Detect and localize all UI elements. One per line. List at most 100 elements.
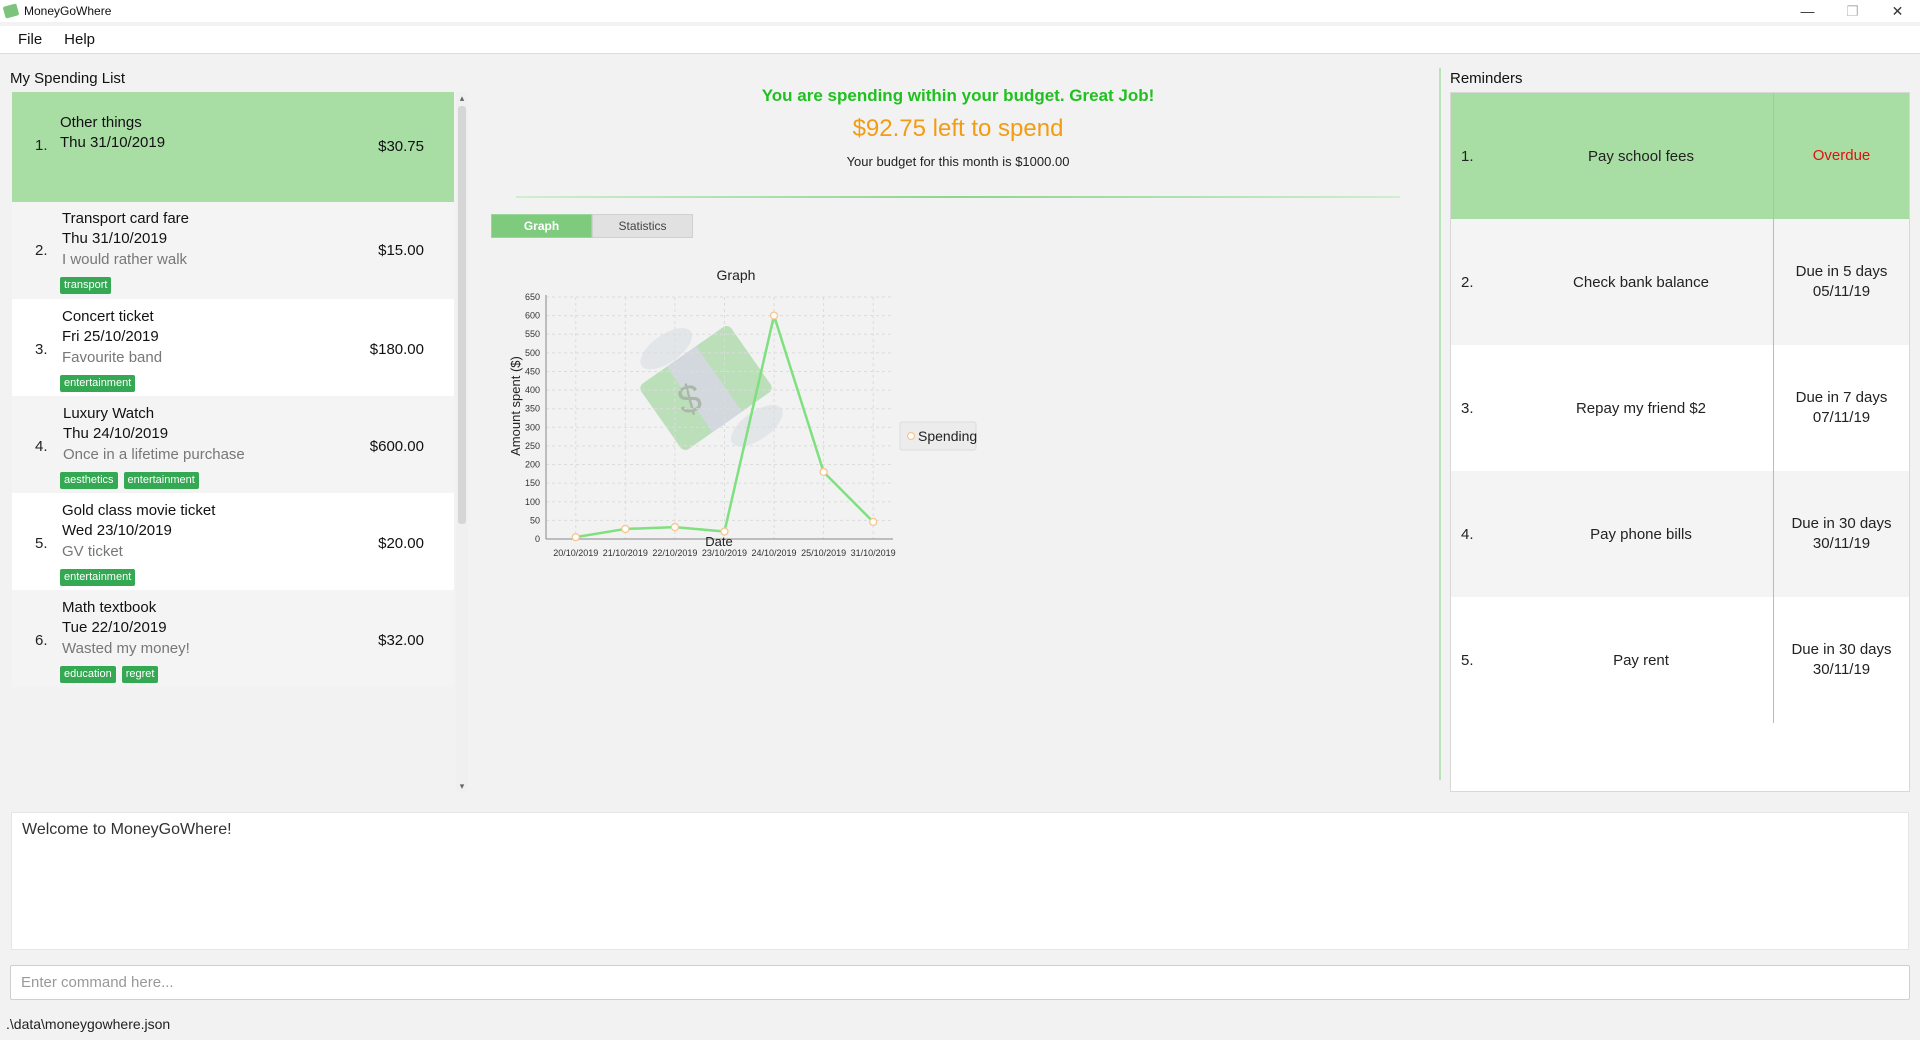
- spending-index: 2.: [35, 242, 48, 259]
- x-tick-label: 31/10/2019: [851, 548, 896, 558]
- reminder-due-date: 05/11/19: [1812, 283, 1871, 300]
- minimize-button[interactable]: —: [1785, 0, 1830, 22]
- spending-amount: $30.75: [378, 138, 424, 155]
- reminder-due-date: 30/11/19: [1812, 535, 1871, 552]
- spending-title: Math textbook: [62, 599, 157, 616]
- spending-card[interactable]: 4. Luxury Watch Thu 24/10/2019 Once in a…: [12, 396, 454, 493]
- tag-badge: transport: [60, 277, 112, 294]
- spending-list-title: My Spending List: [10, 70, 126, 87]
- spending-list[interactable]: 1. Other things Thu 31/10/2019 $30.75 2.…: [12, 92, 454, 792]
- spending-title: Transport card fare: [62, 210, 189, 227]
- budget-status-message: You are spending within your budget. Gre…: [761, 86, 1155, 105]
- window-controls: — ❐ ✕: [1785, 0, 1920, 22]
- reminder-index: 3.: [1461, 399, 1474, 417]
- tab-graph[interactable]: Graph: [491, 214, 592, 238]
- reminder-status: Due in 30 days 30/11/19: [1774, 471, 1909, 597]
- data-point: [670, 522, 680, 532]
- reminder-status: Due in 30 days 30/11/19: [1774, 597, 1909, 723]
- restore-button[interactable]: ❐: [1830, 0, 1875, 22]
- spending-chart: $ Graph 0 50 100 150 200 250 300 350 400 450 500 55…: [508, 267, 977, 558]
- divider: [516, 196, 1400, 198]
- y-tick-label: 400: [525, 385, 540, 395]
- y-tick-label: 50: [530, 515, 540, 525]
- reminder-item[interactable]: 3. Repay my friend $2 Due in 7 days 07/1…: [1451, 345, 1909, 471]
- command-input[interactable]: [10, 965, 1910, 1000]
- spending-date: Thu 31/10/2019: [62, 230, 168, 247]
- spending-panel: My Spending List 1. Other things Thu 31/…: [10, 68, 468, 794]
- y-tick-label: 250: [525, 441, 540, 451]
- reminder-due-text: Due in 7 days: [1795, 389, 1888, 406]
- money-watermark-icon: $: [640, 326, 783, 450]
- reminder-status: Overdue: [1774, 93, 1909, 219]
- reminder-list[interactable]: 1. Pay school fees Overdue 2. Check bank…: [1450, 92, 1910, 792]
- spending-remark: I would rather walk: [62, 251, 188, 268]
- budget-total: Your budget for this month is $1000.00: [846, 154, 1070, 169]
- reminder-description: Pay rent: [1613, 651, 1669, 669]
- spending-date: Tue 22/10/2019: [62, 619, 167, 636]
- reminder-item[interactable]: 2. Check bank balance Due in 5 days 05/1…: [1451, 219, 1909, 345]
- x-tick-label: 23/10/2019: [702, 548, 747, 558]
- y-tick-label: 100: [525, 497, 540, 507]
- reminders-title: Reminders: [1450, 70, 1523, 87]
- spending-card[interactable]: 5. Gold class movie ticket Wed 23/10/201…: [12, 493, 454, 590]
- menu-file[interactable]: File: [0, 31, 52, 48]
- data-point: [869, 517, 878, 527]
- y-tick-label: 300: [525, 422, 540, 432]
- tag-badge: regret: [121, 666, 159, 683]
- view-tabs: Graph Statistics: [491, 214, 693, 238]
- y-tick-label: 150: [525, 478, 540, 488]
- spending-index: 3.: [35, 341, 48, 358]
- spending-remark: Wasted my money!: [62, 640, 190, 657]
- data-point: [769, 311, 779, 320]
- reminder-due-text: Due in 30 days: [1791, 641, 1892, 658]
- scroll-up-icon[interactable]: ▴: [456, 92, 468, 104]
- spending-card[interactable]: 6. Math textbook Tue 22/10/2019 Wasted m…: [12, 590, 454, 687]
- reminder-item[interactable]: 4. Pay phone bills Due in 30 days 30/11/…: [1451, 471, 1909, 597]
- spending-title: Luxury Watch: [63, 405, 155, 422]
- data-point: [819, 467, 828, 477]
- reminder-due-date: 30/11/19: [1812, 661, 1871, 678]
- budget-remaining: $92.75 left to spend: [852, 115, 1064, 142]
- tag-badge: entertainment: [60, 569, 136, 586]
- reminder-status: Due in 5 days 05/11/19: [1774, 219, 1909, 345]
- reminders-panel: Reminders 1. Pay school fees Overdue 2. …: [1450, 68, 1912, 794]
- x-tick-label: 20/10/2019: [553, 548, 598, 558]
- reminder-index: 1.: [1461, 147, 1474, 165]
- reminder-item[interactable]: 5. Pay rent Due in 30 days 30/11/19: [1451, 597, 1909, 723]
- spending-card[interactable]: 1. Other things Thu 31/10/2019 $30.75: [12, 92, 454, 202]
- menu-help[interactable]: Help: [52, 31, 105, 48]
- data-point: [571, 532, 580, 542]
- chart-title: Graph: [717, 267, 756, 283]
- reminder-description: Pay school fees: [1588, 147, 1694, 165]
- chart-x-label: Date: [705, 534, 732, 549]
- reminder-item[interactable]: 1. Pay school fees Overdue: [1451, 93, 1909, 219]
- chart-y-label: Amount spent ($): [508, 356, 523, 456]
- legend-label: Spending: [918, 428, 977, 444]
- x-tick-label: 24/10/2019: [752, 548, 797, 558]
- scroll-down-icon[interactable]: ▾: [456, 780, 468, 792]
- tab-statistics[interactable]: Statistics: [592, 214, 693, 238]
- y-tick-label: 0: [535, 534, 540, 544]
- spending-card[interactable]: 3. Concert ticket Fri 25/10/2019 Favouri…: [12, 299, 454, 396]
- reminder-index: 5.: [1461, 651, 1474, 669]
- spending-index: 5.: [35, 535, 48, 552]
- reminder-status: Due in 7 days 07/11/19: [1774, 345, 1909, 471]
- scroll-thumb[interactable]: [458, 106, 466, 524]
- y-tick-label: 600: [525, 311, 540, 321]
- spending-amount: $32.00: [378, 632, 424, 649]
- x-tick-label: 25/10/2019: [801, 548, 846, 558]
- panel-separator: [1439, 68, 1441, 780]
- spending-card[interactable]: 2. Transport card fare Thu 31/10/2019 I …: [12, 202, 454, 299]
- storage-path: .\data\moneygowhere.json: [6, 1016, 171, 1032]
- spending-date: Thu 24/10/2019: [63, 425, 169, 442]
- close-button[interactable]: ✕: [1875, 0, 1920, 22]
- spending-remark: Favourite band: [62, 349, 163, 366]
- tag-badge: entertainment: [123, 472, 199, 489]
- spending-scrollbar[interactable]: ▴ ▾: [456, 92, 468, 792]
- reminder-description: Repay my friend $2: [1575, 399, 1707, 417]
- result-display: Welcome to MoneyGoWhere!: [11, 812, 1909, 950]
- spending-remark: GV ticket: [62, 543, 123, 560]
- spending-index: 1.: [35, 137, 48, 154]
- spending-date: Fri 25/10/2019: [62, 328, 159, 345]
- tag-badge: aesthetics: [60, 472, 118, 489]
